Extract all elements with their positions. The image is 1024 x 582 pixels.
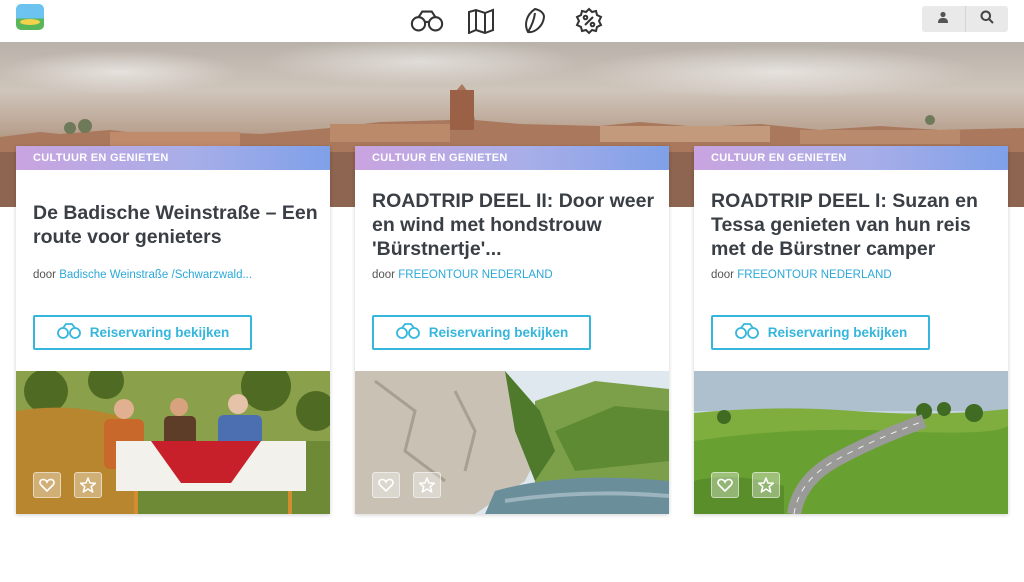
button-label: Reiservaring bekijken	[89, 325, 230, 340]
header-tools	[922, 6, 1008, 32]
author-link[interactable]: FREEONTOUR NEDERLAND	[737, 269, 891, 281]
star-icon[interactable]	[752, 472, 780, 498]
card-byline: door Badische Weinstraße /Schwarzwald...	[33, 269, 252, 281]
binoculars-icon	[56, 322, 82, 343]
view-trip-button[interactable]: Reiservaring bekijken	[372, 315, 591, 350]
card-roadtrip-deel-1[interactable]: CULTUUR EN GENIETEN ROADTRIP DEEL I: Suz…	[694, 146, 1008, 514]
card-byline: door FREEONTOUR NEDERLAND	[372, 269, 553, 281]
photo-actions	[33, 472, 102, 498]
heart-icon[interactable]	[372, 472, 400, 498]
search-icon	[980, 10, 994, 29]
author-link[interactable]: FREEONTOUR NEDERLAND	[398, 269, 552, 281]
logo[interactable]	[16, 4, 44, 30]
binoculars-icon	[395, 322, 421, 343]
card-photo[interactable]	[355, 371, 669, 514]
author-link[interactable]: Badische Weinstraße /Schwarzwald...	[59, 269, 252, 281]
card-photo[interactable]	[694, 371, 1008, 514]
card-byline: door FREEONTOUR NEDERLAND	[711, 269, 892, 281]
binoculars-icon[interactable]	[410, 5, 444, 37]
heart-icon[interactable]	[33, 472, 61, 498]
search-button[interactable]	[965, 6, 1008, 32]
main-nav	[410, 5, 606, 37]
view-trip-button[interactable]: Reiservaring bekijken	[711, 315, 930, 350]
card-badische-weinstrasse[interactable]: CULTUUR EN GENIETEN De Badische Weinstra…	[16, 146, 330, 514]
card-roadtrip-deel-2[interactable]: CULTUUR EN GENIETEN ROADTRIP DEEL II: Do…	[355, 146, 669, 514]
map-icon[interactable]	[464, 5, 498, 37]
card-photo[interactable]	[16, 371, 330, 514]
heart-icon[interactable]	[711, 472, 739, 498]
button-label: Reiservaring bekijken	[767, 325, 908, 340]
star-icon[interactable]	[74, 472, 102, 498]
binoculars-icon	[734, 322, 760, 343]
percent-icon[interactable]	[572, 5, 606, 37]
photo-actions	[372, 472, 441, 498]
top-bar	[0, 0, 1024, 42]
card-title[interactable]: De Badische Weinstraße – Een route voor …	[33, 201, 318, 249]
leaf-icon[interactable]	[518, 5, 552, 37]
account-button[interactable]	[922, 6, 966, 32]
byline-prefix: door	[711, 269, 735, 281]
byline-prefix: door	[372, 269, 396, 281]
category-tag[interactable]: CULTUUR EN GENIETEN	[355, 146, 669, 170]
card-title[interactable]: ROADTRIP DEEL II: Door weer en wind met …	[372, 189, 657, 261]
button-label: Reiservaring bekijken	[428, 325, 569, 340]
view-trip-button[interactable]: Reiservaring bekijken	[33, 315, 252, 350]
user-icon	[937, 10, 949, 28]
category-tag[interactable]: CULTUUR EN GENIETEN	[694, 146, 1008, 170]
star-icon[interactable]	[413, 472, 441, 498]
byline-prefix: door	[33, 269, 57, 281]
category-tag[interactable]: CULTUUR EN GENIETEN	[16, 146, 330, 170]
photo-actions	[711, 472, 780, 498]
card-title[interactable]: ROADTRIP DEEL I: Suzan en Tessa genieten…	[711, 189, 996, 261]
